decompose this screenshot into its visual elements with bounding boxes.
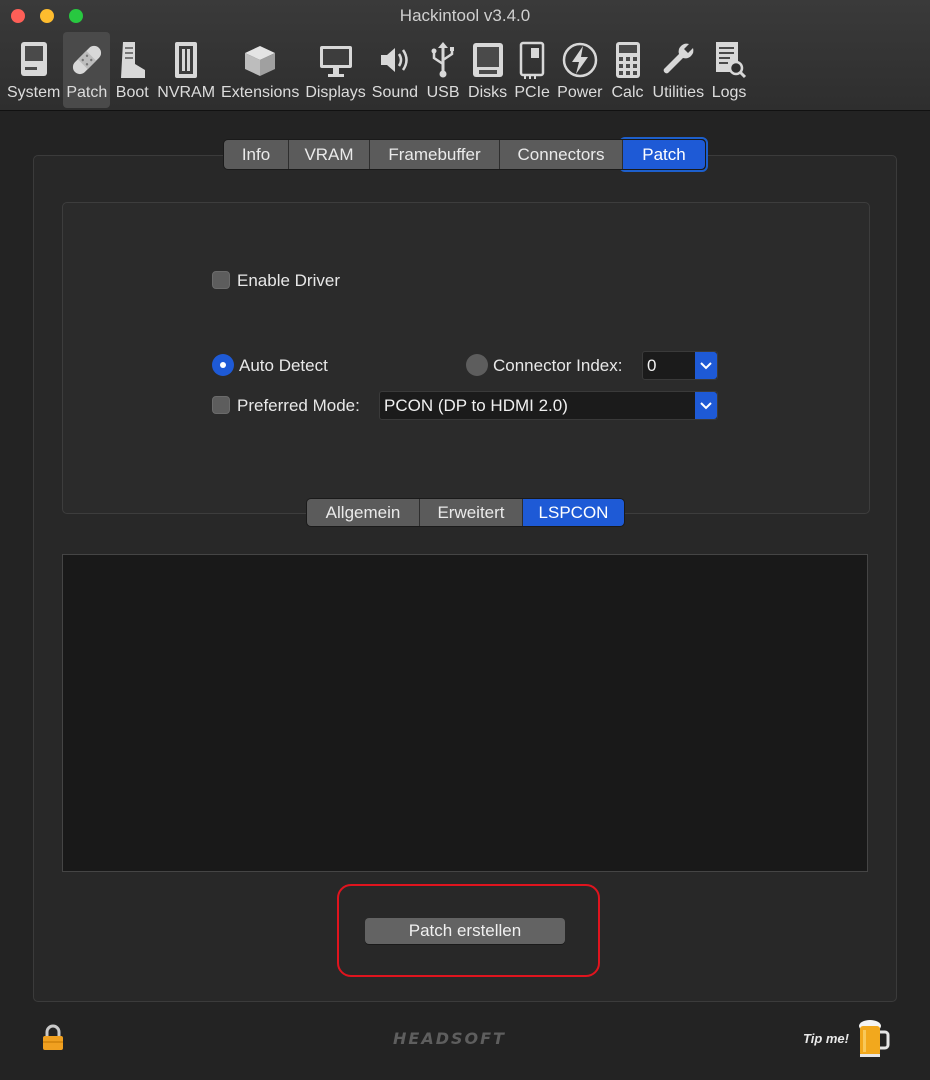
power-icon (562, 42, 598, 78)
tab-erweitert[interactable]: Erweitert (420, 499, 523, 526)
patch-erstellen-button[interactable]: Patch erstellen (365, 918, 565, 944)
enable-driver-label: Enable Driver (237, 271, 340, 290)
preferred-mode-checkbox[interactable] (212, 396, 230, 414)
auto-detect-radio[interactable] (212, 354, 234, 376)
connector-index-select[interactable]: 0 (642, 351, 718, 380)
toolbar-system[interactable]: System (4, 32, 63, 108)
pcie-icon (519, 41, 545, 79)
toolbar-usb[interactable]: USB (421, 32, 465, 108)
title-bar: Hackintool v3.4.0 System Patch Boot NVRA… (0, 0, 930, 111)
bandage-icon (72, 45, 101, 75)
toolbar-logs[interactable]: Logs (707, 32, 751, 108)
preferred-mode-label: Preferred Mode: (237, 396, 360, 415)
tip-me-label[interactable]: Tip me! (803, 1031, 849, 1046)
tab-info[interactable]: Info (224, 140, 289, 169)
window-title: Hackintool v3.4.0 (399, 6, 531, 25)
toolbar-sound[interactable]: Sound (369, 32, 421, 108)
main-toolbar: System Patch Boot NVRAM Extensions Displ… (4, 32, 751, 108)
tab-connectors[interactable]: Connectors (500, 140, 623, 169)
connector-index-value: 0 (647, 356, 657, 375)
tab-allgemein[interactable]: Allgemein (307, 499, 420, 526)
headsoft-logo: HEADSOFT (393, 1029, 506, 1048)
tab-patch[interactable]: Patch (623, 140, 705, 169)
logs-icon (716, 42, 747, 79)
patch-output-textarea[interactable] (62, 554, 868, 872)
beer-icon[interactable] (856, 1018, 890, 1065)
toolbar-utilities[interactable]: Utilities (650, 32, 708, 108)
enable-driver-checkbox[interactable] (212, 271, 230, 289)
extensions-icon (245, 46, 276, 76)
lock-icon[interactable] (40, 1024, 66, 1057)
chevron-down-icon (695, 392, 717, 419)
tab-framebuffer[interactable]: Framebuffer (370, 140, 500, 169)
preferred-mode-select[interactable]: PCON (DP to HDMI 2.0) (379, 391, 718, 420)
lspcon-subtabs: Allgemein Erweitert LSPCON (307, 499, 624, 526)
speaker-icon (380, 48, 408, 72)
toolbar-extensions[interactable]: Extensions (218, 32, 302, 108)
system-icon (20, 42, 47, 76)
chevron-down-icon (695, 352, 717, 379)
lspcon-settings-box (62, 202, 870, 514)
toolbar-boot[interactable]: Boot (110, 32, 154, 108)
tab-vram[interactable]: VRAM (289, 140, 370, 169)
boot-icon (121, 42, 146, 78)
wrench-icon (664, 43, 694, 74)
toolbar-displays[interactable]: Displays (302, 32, 368, 108)
usb-icon (431, 42, 455, 78)
preferred-mode-value: PCON (DP to HDMI 2.0) (384, 396, 568, 415)
tab-lspcon[interactable]: LSPCON (523, 499, 624, 526)
toolbar-power[interactable]: Power (554, 32, 605, 108)
toolbar-calc[interactable]: Calc (606, 32, 650, 108)
connector-index-label: Connector Index: (493, 356, 623, 375)
toolbar-pcie[interactable]: PCIe (510, 32, 554, 108)
calculator-icon (615, 42, 640, 78)
display-icon (319, 46, 352, 77)
toolbar-patch[interactable]: Patch (63, 32, 111, 108)
patch-tabs: Info VRAM Framebuffer Connectors Patch (224, 140, 705, 169)
toolbar-disks[interactable]: Disks (465, 32, 510, 108)
app-window: Hackintool v3.4.0 System Patch Boot NVRA… (0, 0, 930, 1080)
toolbar-nvram[interactable]: NVRAM (154, 32, 218, 108)
auto-detect-label: Auto Detect (239, 356, 328, 375)
connector-index-radio[interactable] (466, 354, 488, 376)
disk-icon (472, 43, 503, 77)
nvram-icon (175, 42, 198, 78)
